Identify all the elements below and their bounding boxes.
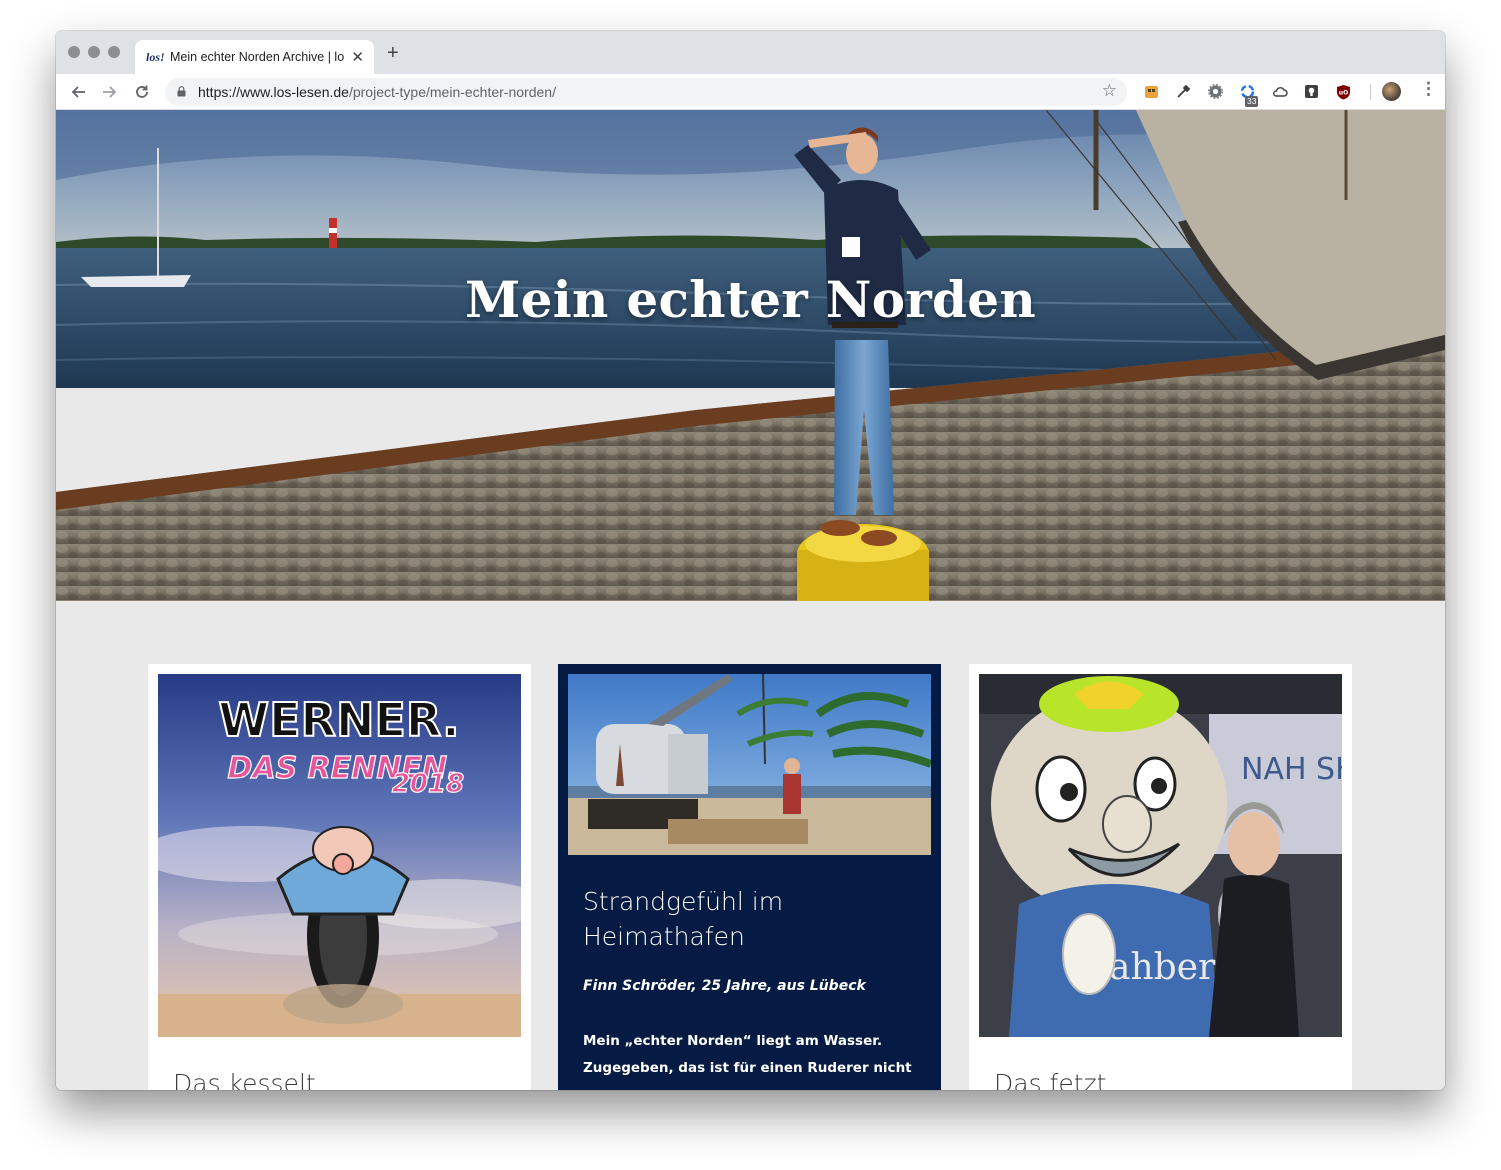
bookmark-star-icon[interactable]: ☆ xyxy=(1102,82,1117,99)
card-2-subtitle: Finn Schröder, 25 Jahre, aus Lübeck xyxy=(583,978,866,994)
tab-strip: los! Mein echter Norden Archive | lo ✕ + xyxy=(56,31,1445,74)
card-1-title[interactable]: Das kesselt xyxy=(173,1069,316,1090)
browser-toolbar: https://www.los-lesen.de/project-type/me… xyxy=(56,74,1445,110)
eyedropper-icon[interactable] xyxy=(1175,83,1192,100)
url-path: /project-type/mein-echter-norden/ xyxy=(348,84,556,100)
close-tab-icon[interactable]: ✕ xyxy=(351,50,364,65)
nah-sh-sign-text: NAH SH xyxy=(1241,752,1342,787)
hero-title: Mein echter Norden xyxy=(464,270,1037,329)
kebab-menu-icon[interactable]: ⋮ xyxy=(1420,80,1437,97)
url-host: https://www.los-lesen.de xyxy=(198,84,349,100)
url-text: https://www.los-lesen.de/project-type/me… xyxy=(198,84,556,100)
settings-gear-extension-icon[interactable] xyxy=(1207,83,1224,100)
lock-icon xyxy=(177,86,186,97)
project-card-3[interactable]: NAH SH ahber Das fetzt xyxy=(969,664,1352,1090)
active-tab[interactable]: los! Mein echter Norden Archive | lo ✕ xyxy=(135,40,374,74)
tab-title: Mein echter Norden Archive | lo xyxy=(170,50,345,64)
window-controls xyxy=(68,46,120,58)
address-bar[interactable]: https://www.los-lesen.de/project-type/me… xyxy=(165,78,1127,106)
card-1-image: WERNER. DAS RENNEN. 2018 xyxy=(158,674,521,1037)
favicon-icon: los! xyxy=(146,49,165,64)
mascot-shirt-text: ahber xyxy=(1109,947,1216,988)
ublock-shield-icon[interactable]: uO xyxy=(1335,83,1352,100)
profile-avatar[interactable] xyxy=(1382,82,1401,101)
browser-window: los! Mein echter Norden Archive | lo ✕ +… xyxy=(56,31,1445,1090)
extension-badge: 33 xyxy=(1245,96,1259,107)
project-card-1[interactable]: WERNER. DAS RENNEN. 2018 Das kesselt xyxy=(148,664,531,1090)
back-arrow-icon[interactable] xyxy=(66,80,90,104)
maximize-window-button[interactable] xyxy=(108,46,120,58)
card-2-title[interactable]: Strandgefühl im Heimathafen xyxy=(583,884,923,954)
toolbar-separator xyxy=(1370,84,1371,100)
card-2-excerpt: Mein „echter Norden“ liegt am Wasser. Zu… xyxy=(583,1033,912,1076)
card-2-image xyxy=(568,674,931,855)
extension-cube-icon[interactable] xyxy=(1143,83,1160,100)
reload-icon[interactable] xyxy=(130,80,154,104)
new-tab-button[interactable]: + xyxy=(387,43,399,63)
svg-text:uO: uO xyxy=(1339,89,1348,96)
project-card-2[interactable]: Strandgefühl im Heimathafen Finn Schröde… xyxy=(558,664,941,1090)
cloud-icon[interactable] xyxy=(1271,83,1288,100)
werner-title-text: WERNER. xyxy=(218,693,459,747)
lightbulb-extension-icon[interactable] xyxy=(1303,83,1320,100)
year-text: 2018 xyxy=(392,769,464,799)
card-3-image: NAH SH ahber xyxy=(979,674,1342,1037)
card-3-title[interactable]: Das fetzt xyxy=(994,1069,1106,1090)
minimize-window-button[interactable] xyxy=(88,46,100,58)
hero-image xyxy=(56,110,1445,601)
close-window-button[interactable] xyxy=(68,46,80,58)
forward-arrow-icon[interactable] xyxy=(98,80,122,104)
hero-banner: Mein echter Norden xyxy=(56,110,1445,601)
